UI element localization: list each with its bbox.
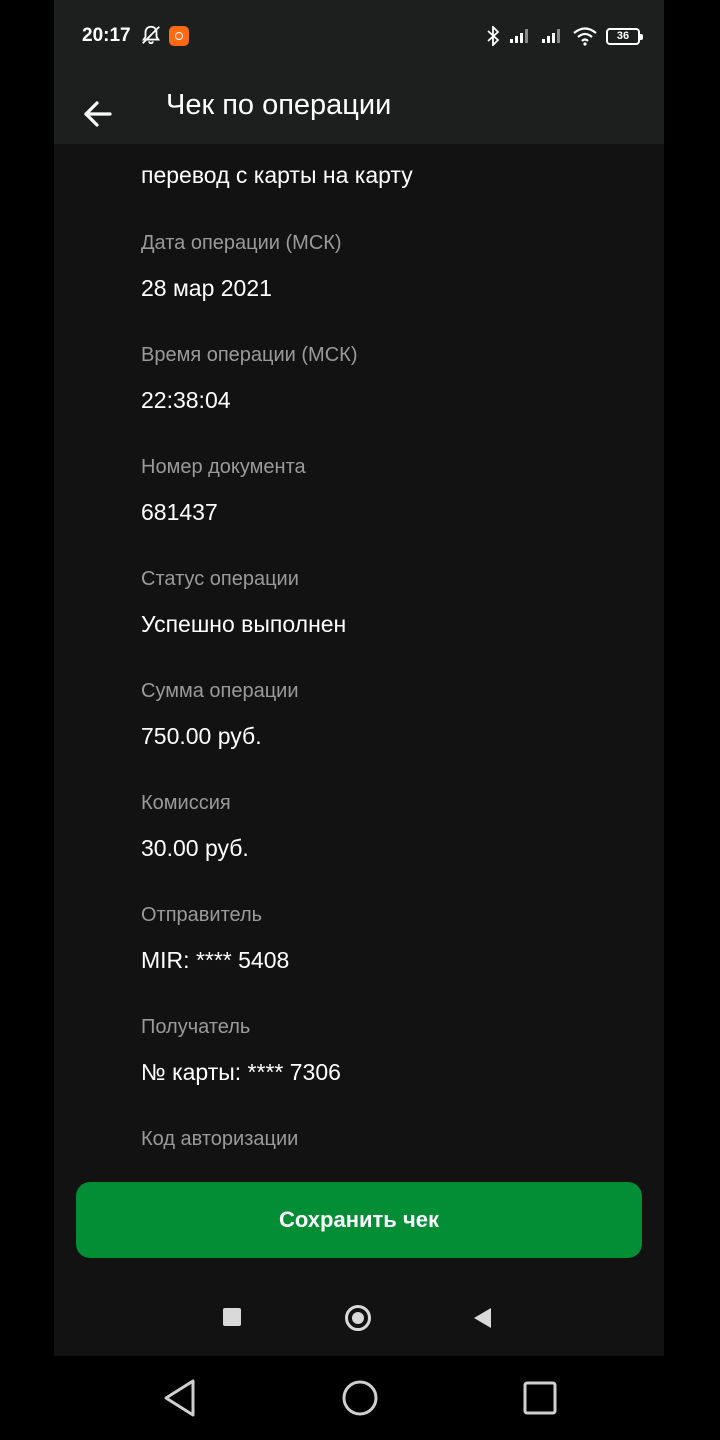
notifications-muted-icon — [141, 25, 161, 45]
field-value: 22:38:04 — [141, 387, 231, 413]
field-label: Код авторизации — [141, 1128, 299, 1150]
save-receipt-button[interactable]: Сохранить чек — [76, 1182, 642, 1258]
field-label: Время операции (МСК) — [141, 344, 358, 366]
field-value: Успешно выполнен — [141, 611, 347, 637]
wifi-icon — [573, 27, 597, 46]
system-navigation-bar — [0, 1356, 720, 1440]
field-value: 750.00 руб. — [141, 723, 262, 749]
bottom-action-area: Сохранить чек — [54, 1156, 664, 1356]
field-value: 681437 — [141, 499, 218, 525]
field-time: Время операции (МСК) 22:38:04 — [141, 342, 641, 415]
operation-type: перевод с карты на карту — [141, 162, 413, 188]
field-recipient: Получатель № карты: **** 7306 — [141, 1014, 641, 1087]
field-status: Статус операции Успешно выполнен — [141, 566, 641, 639]
field-document-number: Номер документа 681437 — [141, 454, 641, 527]
field-value: 30.00 руб. — [141, 835, 249, 861]
field-auth-code: Код авторизации — [141, 1126, 641, 1156]
field-date: Дата операции (МСК) 28 мар 2021 — [141, 230, 641, 303]
system-recents-icon[interactable] — [522, 1378, 558, 1418]
field-label: Получатель — [141, 1016, 251, 1038]
field-label: Статус операции — [141, 568, 299, 590]
arrow-left-icon — [84, 101, 112, 127]
status-bar: 20:17 36 — [54, 0, 664, 72]
phone-screen: 20:17 36 Чек по операции перевод с карты… — [54, 0, 664, 1356]
field-label: Сумма операции — [141, 680, 299, 702]
system-home-icon[interactable] — [341, 1378, 379, 1418]
page-title: Чек по операции — [166, 89, 392, 121]
field-label: Комиссия — [141, 792, 231, 814]
signal-icon-sim2 — [542, 29, 560, 43]
home-icon[interactable] — [345, 1305, 371, 1331]
recent-apps-icon[interactable] — [223, 1308, 241, 1326]
receipt-details[interactable]: перевод с карты на карту Дата операции (… — [54, 144, 664, 1156]
field-label: Отправитель — [141, 904, 263, 926]
back-triangle-icon[interactable] — [474, 1308, 491, 1328]
field-sender: Отправитель MIR: **** 5408 — [141, 902, 641, 975]
app-bar: Чек по операции — [54, 72, 664, 144]
bluetooth-icon — [487, 26, 500, 46]
field-value: 28 мар 2021 — [141, 275, 272, 301]
system-back-icon[interactable] — [162, 1378, 198, 1418]
back-button[interactable] — [76, 84, 124, 132]
app-notification-icon — [169, 26, 189, 46]
field-label: Дата операции (МСК) — [141, 232, 342, 254]
app-navigation-bar — [54, 1288, 664, 1348]
field-amount: Сумма операции 750.00 руб. — [141, 678, 641, 751]
field-value: MIR: **** 5408 — [141, 947, 290, 973]
field-commission: Комиссия 30.00 руб. — [141, 790, 641, 863]
status-time: 20:17 — [82, 25, 131, 46]
battery-icon: 36 — [606, 27, 643, 45]
signal-icon-sim1 — [510, 29, 528, 43]
field-value: № карты: **** 7306 — [141, 1059, 341, 1085]
status-icons: 36 — [486, 24, 643, 48]
field-label: Номер документа — [141, 456, 306, 478]
